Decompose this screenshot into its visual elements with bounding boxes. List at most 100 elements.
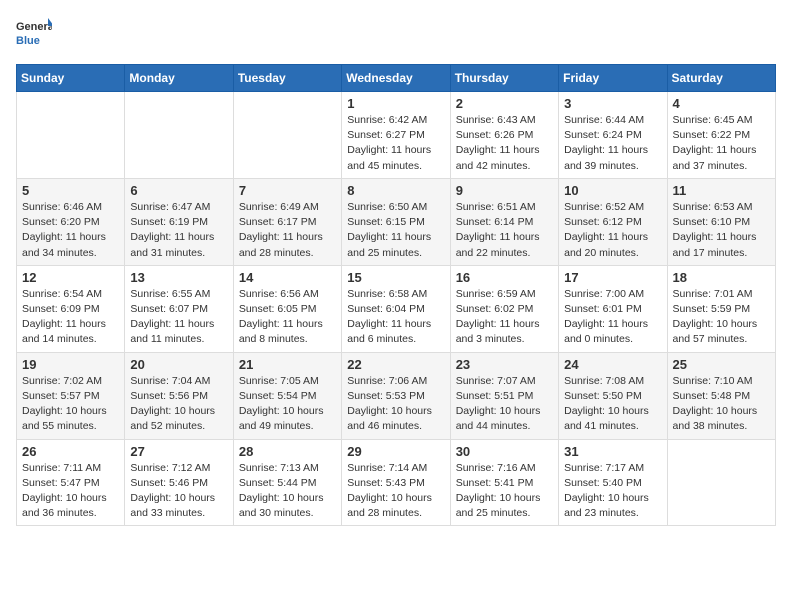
day-number: 30 <box>456 444 553 459</box>
day-info: Sunrise: 7:07 AM Sunset: 5:51 PM Dayligh… <box>456 374 553 435</box>
day-cell: 26 Sunrise: 7:11 AM Sunset: 5:47 PM Dayli… <box>17 439 125 526</box>
day-cell: 22 Sunrise: 7:06 AM Sunset: 5:53 PM Dayli… <box>342 352 450 439</box>
weekday-header-sunday: Sunday <box>17 65 125 92</box>
day-info: Sunrise: 7:02 AM Sunset: 5:57 PM Dayligh… <box>22 374 119 435</box>
day-cell: 29 Sunrise: 7:14 AM Sunset: 5:43 PM Dayli… <box>342 439 450 526</box>
svg-text:General: General <box>16 21 52 33</box>
svg-text:Blue: Blue <box>16 35 40 47</box>
day-number: 4 <box>673 96 770 111</box>
day-info: Sunrise: 6:56 AM Sunset: 6:05 PM Dayligh… <box>239 287 336 348</box>
day-cell: 1Sunrise: 6:42 AM Sunset: 6:27 PM Daylig… <box>342 92 450 179</box>
logo: General Blue <box>16 16 52 52</box>
day-cell: 7 Sunrise: 6:49 AM Sunset: 6:17 PM Daylig… <box>233 178 341 265</box>
day-number: 1 <box>347 96 444 111</box>
day-info: Sunrise: 6:52 AM Sunset: 6:12 PM Dayligh… <box>564 200 661 261</box>
day-info: Sunrise: 7:16 AM Sunset: 5:41 PM Dayligh… <box>456 461 553 522</box>
weekday-header-friday: Friday <box>559 65 667 92</box>
day-number: 21 <box>239 357 336 372</box>
day-cell: 3Sunrise: 6:44 AM Sunset: 6:24 PM Daylig… <box>559 92 667 179</box>
weekday-header-row: SundayMondayTuesdayWednesdayThursdayFrid… <box>17 65 776 92</box>
day-info: Sunrise: 6:59 AM Sunset: 6:02 PM Dayligh… <box>456 287 553 348</box>
day-number: 6 <box>130 183 227 198</box>
day-number: 31 <box>564 444 661 459</box>
page-header: General Blue <box>16 16 776 52</box>
day-number: 28 <box>239 444 336 459</box>
day-number: 29 <box>347 444 444 459</box>
day-info: Sunrise: 6:46 AM Sunset: 6:20 PM Dayligh… <box>22 200 119 261</box>
day-info: Sunrise: 7:13 AM Sunset: 5:44 PM Dayligh… <box>239 461 336 522</box>
day-info: Sunrise: 7:14 AM Sunset: 5:43 PM Dayligh… <box>347 461 444 522</box>
day-info: Sunrise: 7:12 AM Sunset: 5:46 PM Dayligh… <box>130 461 227 522</box>
day-cell: 12 Sunrise: 6:54 AM Sunset: 6:09 PM Dayli… <box>17 265 125 352</box>
day-number: 19 <box>22 357 119 372</box>
day-cell: 11 Sunrise: 6:53 AM Sunset: 6:10 PM Dayli… <box>667 178 775 265</box>
day-info: Sunrise: 6:47 AM Sunset: 6:19 PM Dayligh… <box>130 200 227 261</box>
day-number: 2 <box>456 96 553 111</box>
day-info: Sunrise: 6:53 AM Sunset: 6:10 PM Dayligh… <box>673 200 770 261</box>
day-cell: 30 Sunrise: 7:16 AM Sunset: 5:41 PM Dayli… <box>450 439 558 526</box>
day-number: 15 <box>347 270 444 285</box>
weekday-header-wednesday: Wednesday <box>342 65 450 92</box>
day-number: 5 <box>22 183 119 198</box>
weekday-header-thursday: Thursday <box>450 65 558 92</box>
day-number: 27 <box>130 444 227 459</box>
week-row-2: 5 Sunrise: 6:46 AM Sunset: 6:20 PM Daylig… <box>17 178 776 265</box>
day-cell: 28 Sunrise: 7:13 AM Sunset: 5:44 PM Dayli… <box>233 439 341 526</box>
day-number: 14 <box>239 270 336 285</box>
day-cell: 13 Sunrise: 6:55 AM Sunset: 6:07 PM Dayli… <box>125 265 233 352</box>
day-info: Sunrise: 6:44 AM Sunset: 6:24 PM Dayligh… <box>564 113 661 174</box>
day-info: Sunrise: 7:00 AM Sunset: 6:01 PM Dayligh… <box>564 287 661 348</box>
day-cell <box>125 92 233 179</box>
day-number: 12 <box>22 270 119 285</box>
day-number: 7 <box>239 183 336 198</box>
day-cell: 4 Sunrise: 6:45 AM Sunset: 6:22 PM Daylig… <box>667 92 775 179</box>
day-info: Sunrise: 7:10 AM Sunset: 5:48 PM Dayligh… <box>673 374 770 435</box>
day-number: 11 <box>673 183 770 198</box>
week-row-3: 12 Sunrise: 6:54 AM Sunset: 6:09 PM Dayli… <box>17 265 776 352</box>
day-number: 26 <box>22 444 119 459</box>
day-number: 13 <box>130 270 227 285</box>
logo-svg: General Blue <box>16 16 52 52</box>
weekday-header-monday: Monday <box>125 65 233 92</box>
day-info: Sunrise: 6:45 AM Sunset: 6:22 PM Dayligh… <box>673 113 770 174</box>
day-cell: 24Sunrise: 7:08 AM Sunset: 5:50 PM Dayli… <box>559 352 667 439</box>
day-info: Sunrise: 7:05 AM Sunset: 5:54 PM Dayligh… <box>239 374 336 435</box>
day-cell: 27 Sunrise: 7:12 AM Sunset: 5:46 PM Dayli… <box>125 439 233 526</box>
day-cell: 31 Sunrise: 7:17 AM Sunset: 5:40 PM Dayli… <box>559 439 667 526</box>
calendar-table: SundayMondayTuesdayWednesdayThursdayFrid… <box>16 64 776 526</box>
day-info: Sunrise: 6:58 AM Sunset: 6:04 PM Dayligh… <box>347 287 444 348</box>
day-info: Sunrise: 6:49 AM Sunset: 6:17 PM Dayligh… <box>239 200 336 261</box>
day-info: Sunrise: 6:54 AM Sunset: 6:09 PM Dayligh… <box>22 287 119 348</box>
day-cell: 25 Sunrise: 7:10 AM Sunset: 5:48 PM Dayli… <box>667 352 775 439</box>
day-info: Sunrise: 7:11 AM Sunset: 5:47 PM Dayligh… <box>22 461 119 522</box>
day-cell: 18Sunrise: 7:01 AM Sunset: 5:59 PM Dayli… <box>667 265 775 352</box>
day-info: Sunrise: 7:06 AM Sunset: 5:53 PM Dayligh… <box>347 374 444 435</box>
day-info: Sunrise: 6:43 AM Sunset: 6:26 PM Dayligh… <box>456 113 553 174</box>
day-cell <box>17 92 125 179</box>
day-info: Sunrise: 6:55 AM Sunset: 6:07 PM Dayligh… <box>130 287 227 348</box>
week-row-5: 26 Sunrise: 7:11 AM Sunset: 5:47 PM Dayli… <box>17 439 776 526</box>
day-cell: 15 Sunrise: 6:58 AM Sunset: 6:04 PM Dayli… <box>342 265 450 352</box>
day-info: Sunrise: 7:04 AM Sunset: 5:56 PM Dayligh… <box>130 374 227 435</box>
calendar-body: 1Sunrise: 6:42 AM Sunset: 6:27 PM Daylig… <box>17 92 776 526</box>
day-cell: 14 Sunrise: 6:56 AM Sunset: 6:05 PM Dayli… <box>233 265 341 352</box>
day-number: 17 <box>564 270 661 285</box>
day-cell: 10Sunrise: 6:52 AM Sunset: 6:12 PM Dayli… <box>559 178 667 265</box>
day-cell: 21 Sunrise: 7:05 AM Sunset: 5:54 PM Dayli… <box>233 352 341 439</box>
day-info: Sunrise: 6:51 AM Sunset: 6:14 PM Dayligh… <box>456 200 553 261</box>
day-info: Sunrise: 7:08 AM Sunset: 5:50 PM Dayligh… <box>564 374 661 435</box>
day-number: 25 <box>673 357 770 372</box>
day-number: 16 <box>456 270 553 285</box>
day-cell: 2 Sunrise: 6:43 AM Sunset: 6:26 PM Daylig… <box>450 92 558 179</box>
day-info: Sunrise: 7:01 AM Sunset: 5:59 PM Dayligh… <box>673 287 770 348</box>
day-cell: 23Sunrise: 7:07 AM Sunset: 5:51 PM Dayli… <box>450 352 558 439</box>
week-row-1: 1Sunrise: 6:42 AM Sunset: 6:27 PM Daylig… <box>17 92 776 179</box>
day-cell <box>233 92 341 179</box>
day-cell: 19 Sunrise: 7:02 AM Sunset: 5:57 PM Dayli… <box>17 352 125 439</box>
weekday-header-tuesday: Tuesday <box>233 65 341 92</box>
day-number: 22 <box>347 357 444 372</box>
day-info: Sunrise: 7:17 AM Sunset: 5:40 PM Dayligh… <box>564 461 661 522</box>
weekday-header-saturday: Saturday <box>667 65 775 92</box>
day-cell: 20Sunrise: 7:04 AM Sunset: 5:56 PM Dayli… <box>125 352 233 439</box>
day-cell: 6 Sunrise: 6:47 AM Sunset: 6:19 PM Daylig… <box>125 178 233 265</box>
